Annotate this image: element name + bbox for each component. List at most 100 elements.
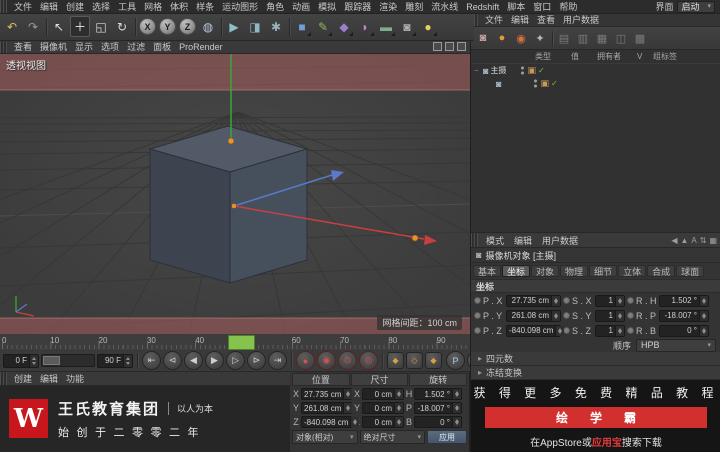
tag-icon[interactable] [527,65,536,76]
scale-field[interactable]: 1 [595,294,625,307]
attribute-menu-item[interactable]: 模式 [481,234,509,247]
viewport-maximize-icon[interactable] [445,42,454,51]
attribute-header-icon[interactable]: ▦ [709,236,717,245]
column-header[interactable]: 类型 [533,51,569,62]
size-mode-dropdown[interactable]: 绝对尺寸 [359,430,425,444]
record-button[interactable]: ◉ [317,351,336,370]
toolbar-icon[interactable]: ↶ [2,16,22,37]
object-row[interactable]: 主摄 [471,64,720,77]
keyframe-dot[interactable] [563,297,570,304]
object-manager-menu-item[interactable]: 用户数据 [559,13,603,26]
menu-item[interactable]: 创建 [62,0,88,13]
menu-item[interactable]: 运动图形 [218,0,262,13]
menu-item[interactable]: 动画 [288,0,314,13]
menu-item[interactable]: 工具 [114,0,140,13]
object-manager-menu-item[interactable]: 文件 [481,13,507,26]
viewport-menu-item[interactable]: 显示 [71,40,97,53]
field-spinner[interactable] [699,325,708,336]
field-spinner[interactable] [699,295,708,306]
enabled-check-icon[interactable] [538,66,545,75]
enabled-check-icon[interactable] [551,79,558,88]
column-header[interactable]: V [635,52,651,61]
viewport-menu-item[interactable]: 摄像机 [36,40,71,53]
attribute-menu-item[interactable]: 编辑 [509,234,537,247]
menu-item[interactable]: 体积 [166,0,192,13]
object-manager-tool-icon[interactable]: ✦ [531,29,549,47]
scale-field[interactable]: 1 [595,309,625,322]
keyframe-button[interactable]: ◇ [406,352,423,369]
handle-dot-x[interactable] [411,234,419,242]
viewport-menubar-grip[interactable] [0,40,7,53]
menu-item[interactable]: 角色 [262,0,288,13]
viewport-menu-item[interactable]: ProRender [175,42,227,52]
toolbar-icon[interactable] [287,17,291,37]
playback-button[interactable]: ⇤ [142,351,161,370]
object-manager-menu-item[interactable]: 查看 [533,13,559,26]
timeline-ruler[interactable]: 0102030405060708090 [0,334,470,351]
position-field[interactable]: 261.08 cm [506,309,561,322]
material-menu-item[interactable]: 编辑 [36,372,62,385]
menu-item[interactable]: 流水线 [427,0,462,13]
toolbar-icon[interactable]: ◍ [198,16,218,37]
field-spinner[interactable] [452,403,461,413]
menu-item[interactable]: 模拟 [314,0,340,13]
field-spinner[interactable] [343,403,353,413]
field-spinner[interactable] [394,417,403,427]
size-field[interactable]: 0 cm [362,388,404,400]
visibility-dots[interactable] [533,79,539,88]
apply-button[interactable]: 应用 [427,430,467,444]
rotation-field[interactable]: 1.502 ° [414,388,462,400]
extra-button[interactable]: P [446,351,465,370]
coordinate-mode-dropdown[interactable]: 对象(相对) [292,430,358,444]
cube-mesh[interactable] [148,125,309,284]
field-spinner[interactable] [615,295,624,306]
record-button[interactable]: ⊙ [338,351,357,370]
column-header[interactable]: 组标签 [651,51,695,62]
record-button[interactable]: ● [296,351,315,370]
toolbar-icon[interactable]: ↖ [49,16,69,37]
column-header[interactable]: 拥有者 [595,51,635,62]
toolbar-icon[interactable]: X [139,18,156,35]
position-field[interactable]: -840.098 cm [301,416,360,428]
rotation-field[interactable]: -18.007 ° [414,402,462,414]
toolbar-icon[interactable] [44,17,48,37]
toolbar-icon[interactable]: Y [159,18,176,35]
menu-item[interactable]: 样条 [192,0,218,13]
attribute-tab-chip[interactable]: 物理 [560,265,589,277]
attribute-tab-chip[interactable]: 坐标 [502,265,531,277]
material-menu-item[interactable]: 功能 [62,372,88,385]
attribute-header-icon[interactable]: ◀ [671,236,677,245]
interface-preset-dropdown[interactable]: 启动 [677,0,715,13]
attribute-tab-chip[interactable]: 细节 [589,265,618,277]
rotation-field[interactable]: -18.007 ° [659,309,709,322]
object-manager-tool-icon[interactable]: ◫ [612,29,630,47]
object-manager-tool-icon[interactable]: ◙ [474,29,492,47]
scale-field[interactable]: 1 [595,324,625,337]
keyframe-dot[interactable] [627,297,634,304]
object-manager-tool-icon[interactable]: ▩ [631,29,649,47]
position-field[interactable]: 27.735 cm [301,388,353,400]
tag-icon[interactable] [540,78,549,89]
field-spinner[interactable] [555,325,565,336]
attribute-header-icon[interactable]: ▲ [680,236,688,245]
attribute-tab-chip[interactable]: 合成 [647,265,676,277]
handle-dot-center[interactable] [231,203,237,209]
handle-dot-top[interactable] [227,137,235,145]
field-spinner[interactable] [394,389,403,399]
menu-item[interactable]: 跟踪器 [340,0,375,13]
viewport-menu-icon[interactable] [457,42,466,51]
keyframe-dot[interactable] [627,327,634,334]
object-manager-tool-icon[interactable]: ◉ [512,29,530,47]
position-field[interactable]: 27.735 cm [506,294,561,307]
viewport-layout-icon[interactable] [433,42,442,51]
position-field[interactable]: 261.08 cm [301,402,353,414]
keyframe-button[interactable]: ◆ [387,352,404,369]
attribute-menu-item[interactable]: 用户数据 [537,234,583,247]
attribute-header-icon[interactable]: A [691,236,696,245]
menu-item[interactable]: 窗口 [529,0,555,13]
attribute-tab-chip[interactable]: 基本 [473,265,502,277]
menubar-grip[interactable] [0,0,7,13]
viewport-canvas[interactable]: 透视视图 网格间距：100 cm [0,54,471,335]
keyframe-dot[interactable] [627,312,634,319]
position-field[interactable]: -840.098 cm [506,324,565,337]
